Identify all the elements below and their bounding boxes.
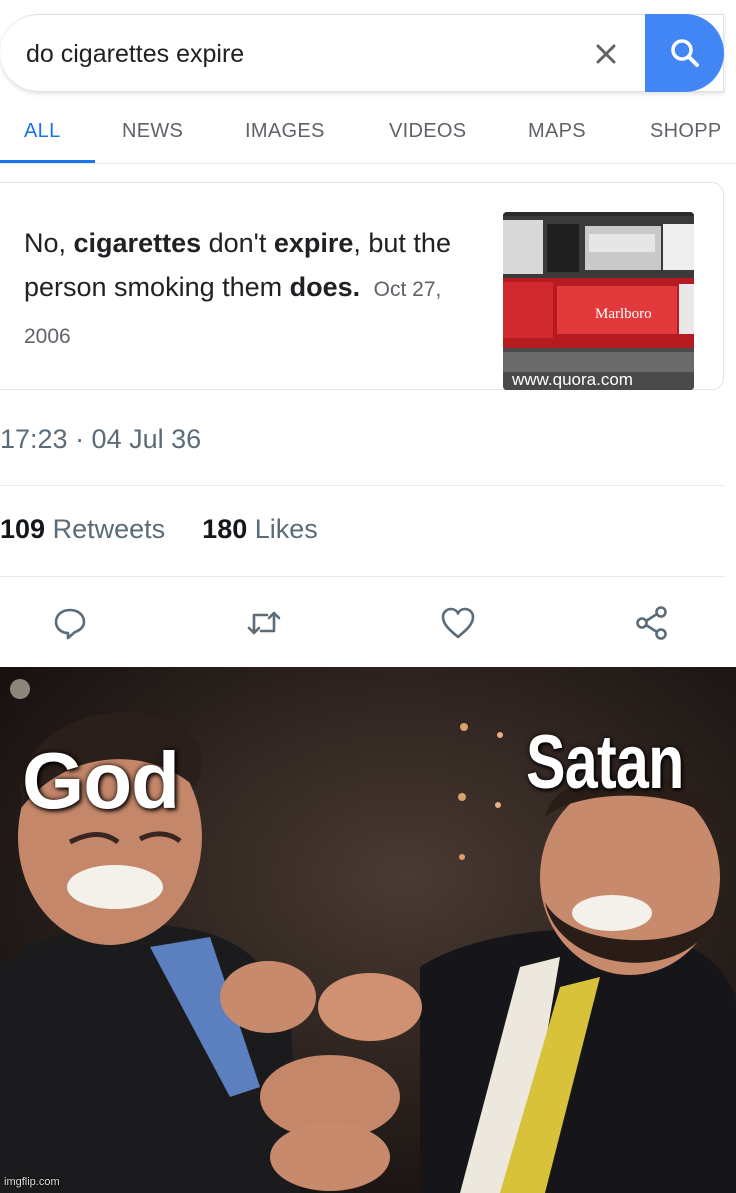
cigarette-packs-image: Marlboro [503, 212, 694, 390]
tab-shopping[interactable]: SHOPP [650, 120, 722, 143]
thumbnail-source: www.quora.com [512, 370, 633, 389]
answer-text: No, [24, 228, 74, 258]
share-icon [636, 606, 667, 640]
answer-bold-text: does. [289, 272, 361, 302]
god-label: God [22, 736, 180, 825]
search-input[interactable] [26, 37, 566, 71]
tab-all[interactable]: ALL [24, 120, 61, 143]
tab-videos[interactable]: VIDEOS [389, 120, 466, 143]
reply-icon [54, 608, 86, 640]
meme-image: God Satan imgflip.com [0, 667, 736, 1193]
divider [0, 485, 725, 486]
satan-label: Satan [526, 720, 684, 805]
close-icon [596, 44, 616, 64]
clear-search-button[interactable] [588, 35, 624, 73]
featured-answer-text: No, cigarettes don't expire, but the per… [24, 221, 484, 359]
active-tab-indicator [0, 160, 95, 163]
retweet-icon [247, 611, 281, 635]
tab-images[interactable]: IMAGES [245, 120, 325, 143]
answer-bold-text: expire [273, 228, 354, 258]
answer-text: don't [201, 228, 274, 258]
likes-label[interactable]: Likes [255, 514, 318, 544]
imgflip-watermark: imgflip.com [4, 1176, 60, 1188]
likes-count[interactable]: 180 [202, 514, 247, 544]
tab-maps[interactable]: MAPS [528, 120, 586, 143]
magnifier-icon [670, 39, 699, 67]
pack-brand-text: Marlboro [595, 306, 652, 322]
divider [0, 576, 725, 577]
answer-bold-text: cigarettes [73, 228, 202, 258]
share-button[interactable] [632, 603, 672, 643]
tweet-timestamp[interactable]: 17:23 · 04 Jul 36 [0, 424, 201, 455]
reply-button[interactable] [50, 603, 90, 643]
search-tabs: ALL NEWS IMAGES VIDEOS MAPS SHOPP [0, 108, 736, 164]
answer-thumbnail[interactable]: Marlboro [503, 212, 694, 390]
tab-news[interactable]: NEWS [122, 120, 183, 143]
search-button[interactable] [645, 14, 724, 92]
retweets-count[interactable]: 109 [0, 514, 45, 544]
like-icon [441, 607, 475, 639]
search-bar [0, 14, 724, 92]
like-button[interactable] [438, 603, 478, 643]
tweet-stats: 109 Retweets 180 Likes [0, 514, 318, 545]
retweet-button[interactable] [244, 603, 284, 643]
retweets-label[interactable]: Retweets [53, 514, 166, 544]
